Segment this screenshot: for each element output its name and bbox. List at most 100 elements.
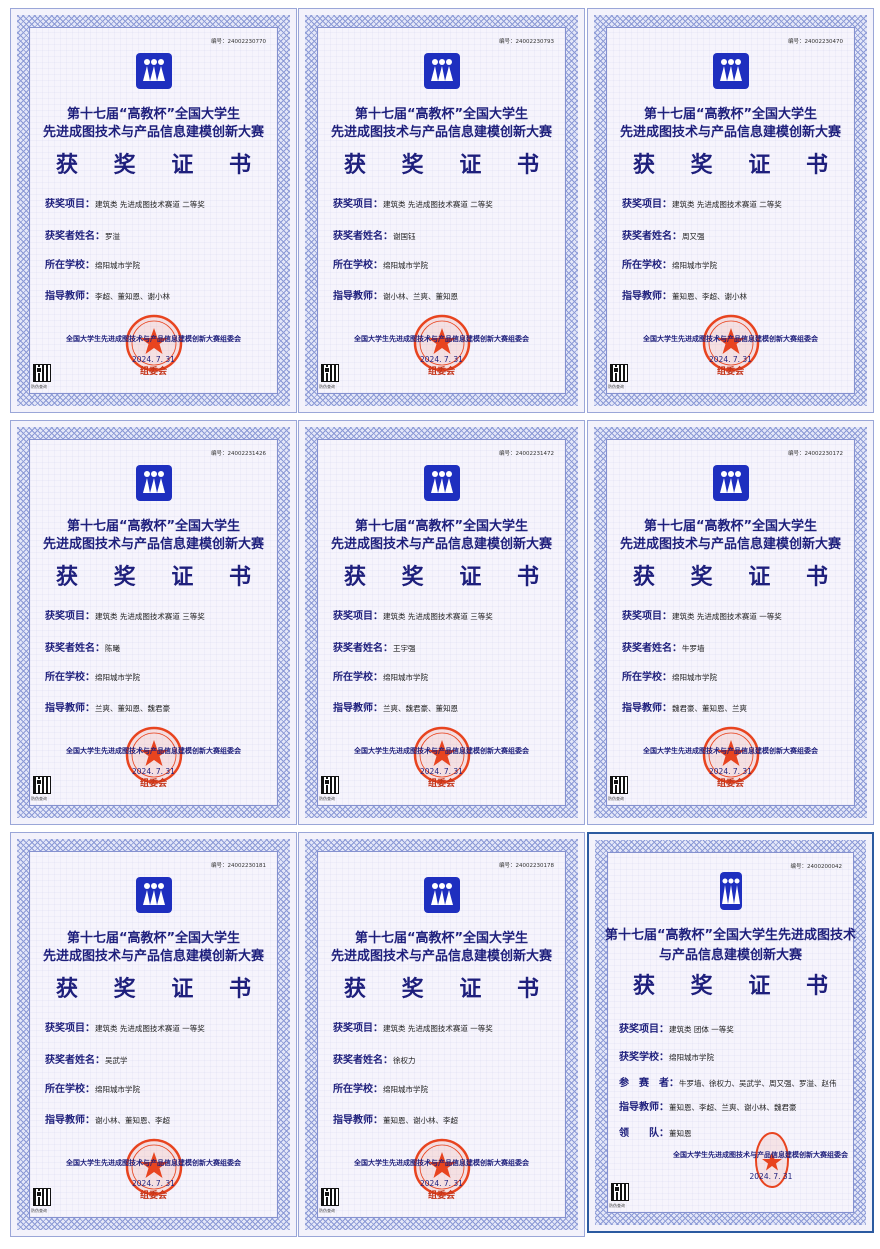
award-item-row: 获奖项目：建筑类 团体 一等奖 [619,1024,734,1035]
competition-logo-icon [135,877,172,913]
teacher-row: 指导教师：谢小林、兰爽、董知恩 [333,291,458,302]
award-item-row: 获奖项目：建筑类 先进成图技术赛道 三等奖 [333,611,493,622]
certificate-2: 编号：24002230793 第十七届“高教杯”全国大学生 先进成图技术与产品信… [298,8,585,413]
qr-code-label: 防伪查询 [319,384,335,389]
winner-name-row: 获奖者姓名：徐权力 [333,1055,416,1066]
certificate-4: 编号：24002231426 第十七届“高教杯”全国大学生 先进成图技术与产品信… [10,420,297,825]
competition-logo-icon [423,53,460,89]
certificate-3: 编号：24002230470 第十七届“高教杯”全国大学生 先进成图技术与产品信… [587,8,874,413]
award-date: 2024. 7. 31 组委会 [709,767,752,789]
qr-code-label: 防伪查询 [608,384,624,389]
certificate-heading: 获 奖 证 书 [344,153,553,178]
award-item-row: 获奖项目：建筑类 先进成图技术赛道 三等奖 [45,611,205,622]
title-line-2: 先进成图技术与产品信息建模创新大赛 [330,125,552,140]
competition-logo-icon [712,53,749,89]
organizer-name: 全国大学生先进成图技术与产品信息建模创新大赛组委会 [354,1159,529,1167]
members-row: 参 赛 者：牛罗墙、徐权力、吴武学、周又强、罗溢、赵伟 [619,1078,837,1089]
award-item-row: 获奖项目：建筑类 先进成图技术赛道 二等奖 [622,199,782,210]
competition-logo-icon [719,872,742,910]
school-row: 所在学校：绵阳城市学院 [622,672,717,683]
organizer-name: 全国大学生先进成图技术与产品信息建模创新大赛组委会 [66,1159,241,1167]
competition-logo-icon [712,465,749,501]
title-line-1: 第十七届“高教杯”全国大学生 [643,519,818,534]
teacher-row: 指导教师：谢小林、董知恩、李超 [45,1115,170,1126]
organizer-name: 全国大学生先进成图技术与产品信息建模创新大赛组委会 [673,1151,848,1159]
title-line-1: 第十七届“高教杯”全国大学生 [354,519,529,534]
title-line-1: 第十七届“高教杯”全国大学生 [66,931,241,946]
school-row: 所在学校：绵阳城市学院 [333,1084,428,1095]
team-certificate: 编号：2400200042 第十七届“高教杯”全国大学生先进成图技术 与产品信息… [587,832,874,1233]
competition-logo-icon [423,877,460,913]
serial-number: 编号：2400200042 [790,864,843,870]
competition-logo-icon [135,53,172,89]
certificate-heading: 获 奖 证 书 [633,153,842,178]
title-line-1: 第十七届“高教杯”全国大学生 [66,107,241,122]
school-row: 获奖学校：绵阳城市学院 [619,1052,714,1063]
title-line-1: 第十七届“高教杯”全国大学生 [643,107,818,122]
teacher-row: 指导教师：李超、董知恩、谢小林 [45,291,170,302]
serial-number: 编号：24002230181 [211,863,266,869]
certificate-heading: 获 奖 证 书 [56,977,265,1002]
school-row: 所在学校：绵阳城市学院 [333,672,428,683]
award-item-row: 获奖项目：建筑类 先进成图技术赛道 一等奖 [333,1023,493,1034]
serial-number: 编号：24002230770 [211,39,266,45]
qr-code-label: 防伪查询 [31,1208,47,1213]
winner-name-row: 获奖者姓名：吴武学 [45,1055,128,1066]
qr-code-icon[interactable] [321,1188,339,1206]
organizer-name: 全国大学生先进成图技术与产品信息建模创新大赛组委会 [66,747,241,755]
title-line-2: 先进成图技术与产品信息建模创新大赛 [619,125,841,140]
certificate-heading: 获 奖 证 书 [56,565,265,590]
leader-row: 领 队：董知恩 [619,1128,692,1139]
school-row: 所在学校：绵阳城市学院 [333,260,428,271]
qr-code-icon[interactable] [321,364,339,382]
teacher-row: 指导教师：魏君豪、董知恩、兰爽 [622,703,747,714]
serial-number: 编号：24002230172 [788,451,843,457]
school-row: 所在学校：绵阳城市学院 [45,260,140,271]
qr-code-icon[interactable] [33,1188,51,1206]
teacher-row: 指导教师：兰爽、魏君豪、董知恩 [333,703,458,714]
serial-number: 编号：24002231426 [211,451,266,457]
title-line-2: 先进成图技术与产品信息建模创新大赛 [42,537,264,552]
award-date: 2024. 7. 31 组委会 [420,355,463,377]
award-date: 2024. 7. 31 组委会 [132,1179,175,1201]
winner-name-row: 获奖者姓名：谢国钰 [333,231,416,242]
qr-code-icon[interactable] [610,364,628,382]
organizer-name: 全国大学生先进成图技术与产品信息建模创新大赛组委会 [354,335,529,343]
certificate-6: 编号：24002230172 第十七届“高教杯”全国大学生 先进成图技术与产品信… [587,420,874,825]
award-date: 2024. 7. 31 组委会 [132,767,175,789]
title-line-2: 先进成图技术与产品信息建模创新大赛 [42,125,264,140]
qr-code-icon[interactable] [610,776,628,794]
qr-code-icon[interactable] [33,776,51,794]
title-line-1: 第十七届“高教杯”全国大学生 [354,931,529,946]
award-date: 2024. 7. 31 组委会 [420,1179,463,1201]
school-row: 所在学校：绵阳城市学院 [45,1084,140,1095]
teacher-row: 指导教师：董知恩、谢小林、李超 [333,1115,458,1126]
qr-code-label: 防伪查询 [609,1203,625,1208]
title-line-1: 第十七届“高教杯”全国大学生先进成图技术 [604,928,857,943]
winner-name-row: 获奖者姓名：罗溢 [45,231,120,242]
award-date: 2024. 7. 31 组委会 [709,355,752,377]
competition-logo-icon [135,465,172,501]
certificate-heading: 获 奖 证 书 [344,565,553,590]
title-line-2: 先进成图技术与产品信息建模创新大赛 [330,537,552,552]
certificate-1: 编号：24002230770 第十七届“高教杯”全国大学生 先进成图技术与产品信… [10,8,297,413]
teacher-row: 指导教师：董知恩、李超、谢小林 [622,291,747,302]
school-row: 所在学校：绵阳城市学院 [45,672,140,683]
title-line-2: 先进成图技术与产品信息建模创新大赛 [42,949,264,964]
certificate-heading: 获 奖 证 书 [633,974,842,999]
qr-code-icon[interactable] [33,364,51,382]
competition-logo-icon [423,465,460,501]
organizer-name: 全国大学生先进成图技术与产品信息建模创新大赛组委会 [354,747,529,755]
qr-code-label: 防伪查询 [319,796,335,801]
qr-code-icon[interactable] [611,1183,629,1201]
qr-code-icon[interactable] [321,776,339,794]
organizer-name: 全国大学生先进成图技术与产品信息建模创新大赛组委会 [643,747,818,755]
award-date: 2024. 7. 31 组委会 [132,355,175,377]
title-line-1: 第十七届“高教杯”全国大学生 [66,519,241,534]
certificate-heading: 获 奖 证 书 [633,565,842,590]
award-item-row: 获奖项目：建筑类 先进成图技术赛道 二等奖 [333,199,493,210]
qr-code-label: 防伪查询 [31,796,47,801]
organizer-name: 全国大学生先进成图技术与产品信息建模创新大赛组委会 [66,335,241,343]
organizer-name: 全国大学生先进成图技术与产品信息建模创新大赛组委会 [643,335,818,343]
serial-number: 编号：24002230793 [499,39,554,45]
